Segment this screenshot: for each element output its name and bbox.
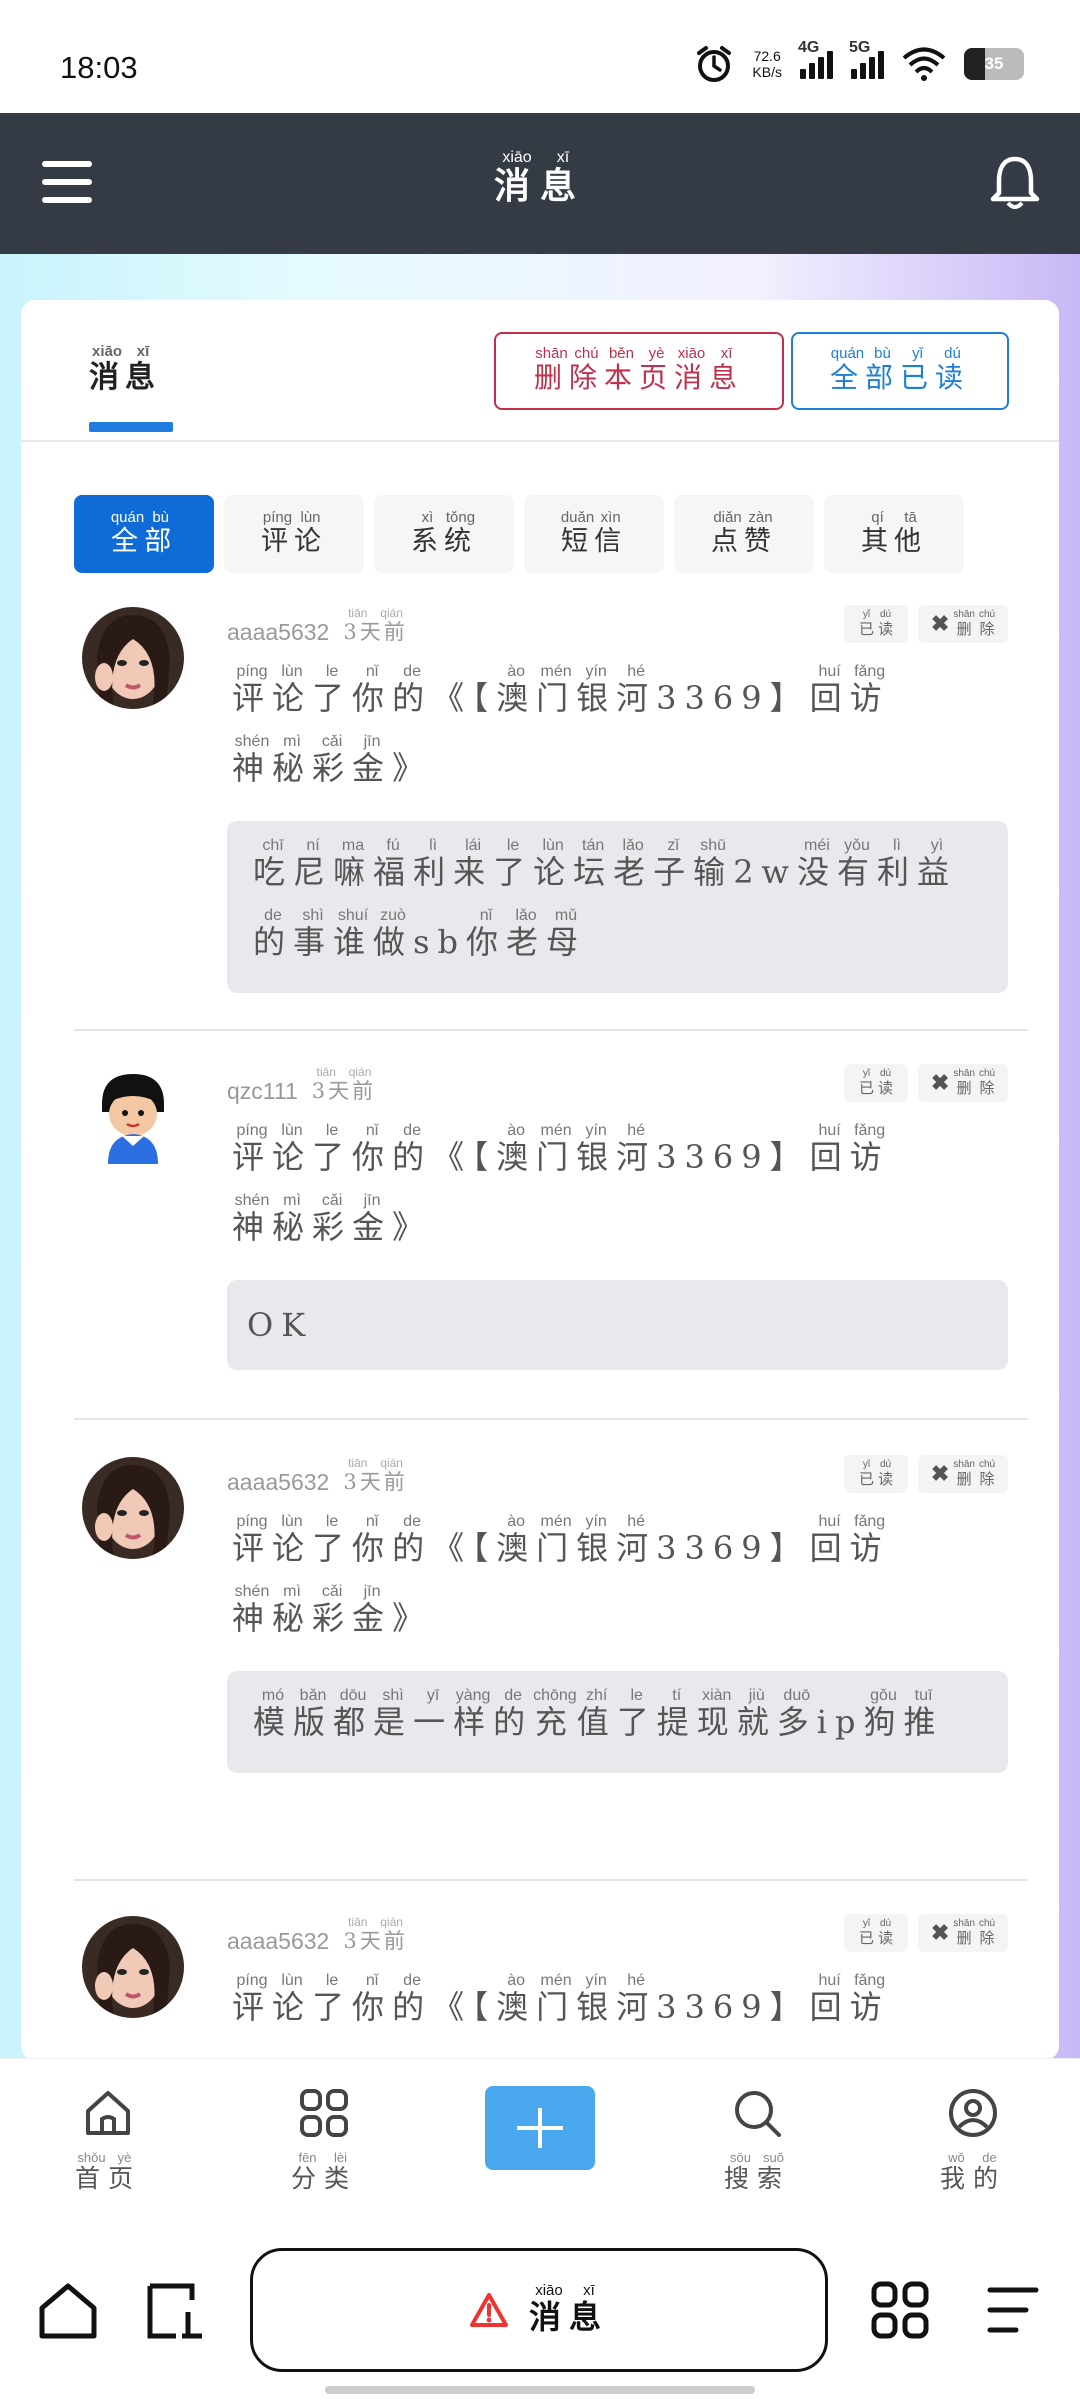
quoted-comment: 模mó版bǎn都dōu是shì一yī样yàng的de充chōng值zhí了le提… [227,1671,1008,1773]
status-bar: 18:03 72.6 KB/s 4G 5G 35 [0,0,1080,113]
filter-likes[interactable]: 点diǎn 赞zàn [674,495,814,573]
nav-search[interactable]: 搜sōu索suǒ [697,2087,817,2195]
message-text: 评píng论lùn了le你nǐ的de《【澳ào门mén银yín河hé3369】回… [232,663,890,787]
home-indicator[interactable] [325,2386,755,2394]
delete-button[interactable]: ✖ 删shān 除chú [918,1064,1008,1102]
filter-other[interactable]: 其qí 他tā [824,495,964,573]
delete-button[interactable]: ✖ 删shān 除chú [918,1914,1008,1952]
wifi-icon [902,47,946,81]
message-card: 消xiāo息xī 删shān 除chú 本běn 页yè 消xiāo 息xī 全quán 部… [21,300,1059,2060]
search-icon [735,2091,781,2137]
nav-home[interactable]: 首shǒu页yè [48,2087,168,2195]
timestamp: 3天前tiān qián [311,1065,377,1103]
delete-button[interactable]: ✖ 删shān 除chú [918,1455,1008,1493]
home-icon [86,2091,130,2135]
warning-icon [469,2293,508,2327]
message-text: 评píng论lùn了le你nǐ的de《【澳ào门mén银yín河hé3369】回… [232,1122,890,1246]
mark-read-button[interactable]: 已yǐ 读dú [844,1914,908,1952]
signal-4g-icon: 4G [798,39,833,79]
filter-chips: 全quán 部bù 评píng 论lùn 系xì 统tǒng 短duǎn 信xìn 点d… [74,495,964,573]
message-text: 评píng论lùn了le你nǐ的de《【澳ào门mén银yín河hé3369】回… [232,1513,890,1637]
username[interactable]: qzc111 [227,1078,298,1105]
nav-category[interactable]: 分fēn类lèi [264,2087,384,2195]
add-post-button[interactable] [485,2086,595,2170]
menu-lines-icon[interactable] [982,2280,1042,2340]
username[interactable]: aaaa5632 [227,619,329,646]
quoted-comment: 吃chī尼ní嘛ma福fú利lì来lái了le论lùn坛tán老lǎo子zǐ输s… [227,821,1008,993]
app-header: 消xiāo息xī [0,113,1080,254]
mark-read-button[interactable]: 已yǐ 读dú [844,605,908,643]
delete-page-button[interactable]: 删shān 除chú 本běn 页yè 消xiāo 息xī [494,332,784,410]
alarm-icon [697,46,732,82]
divider [74,1029,1028,1031]
filter-comments[interactable]: 评píng 论lùn [224,495,364,573]
delete-button[interactable]: ✖ 删shān 除chú [918,605,1008,643]
message-text: 评píng论lùn了le你nǐ的de《【澳ào门mén银yín河hé3369】回… [232,1972,890,2026]
status-time: 18:03 [60,50,138,85]
divider [74,1418,1028,1420]
signal-5g-icon: 5G [849,39,884,79]
close-icon: ✖ [930,1461,950,1486]
divider [21,440,1059,442]
filter-all[interactable]: 全quán 部bù [74,495,214,573]
filter-system[interactable]: 系xì 统tǒng [374,495,514,573]
timestamp: 3天前tiān qián [343,606,408,644]
avatar[interactable] [82,607,184,709]
username[interactable]: aaaa5632 [227,1469,329,1496]
username[interactable]: aaaa5632 [227,1928,329,1955]
current-page-pill[interactable]: 消xiāo息xī [250,2248,828,2372]
close-icon: ✖ [930,1920,950,1945]
avatar[interactable] [82,1916,184,2018]
net-speed: 72.6 KB/s [752,48,782,80]
tab-underline [89,422,173,432]
apps-icon[interactable] [870,2280,930,2340]
user-icon [949,2089,997,2137]
avatar[interactable] [82,1457,184,1559]
tab-messages[interactable]: 消xiāo息xī [89,343,161,396]
avatar[interactable] [82,1066,184,1168]
nav-mine[interactable]: 我wǒ的de [913,2087,1033,2195]
system-nav: 消xiāo息xī [0,2198,1080,2400]
mark-all-read-button[interactable]: 全quán 部bù 已yǐ 读dú [791,332,1009,410]
filter-sms[interactable]: 短duǎn 信xìn [524,495,664,573]
grid-icon [300,2089,348,2137]
bell-icon[interactable] [990,155,1040,211]
mark-read-button[interactable]: 已yǐ 读dú [844,1455,908,1493]
close-icon: ✖ [930,1070,950,1095]
browser-home-icon[interactable] [38,2280,98,2340]
timestamp: 3天前tiān qián [343,1456,408,1494]
divider [74,1879,1028,1881]
mark-read-button[interactable]: 已yǐ 读dú [844,1064,908,1102]
quoted-comment: OK [227,1280,1008,1370]
tabs-icon[interactable] [146,2280,206,2340]
timestamp: 3天前tiān qián [343,1915,408,1953]
battery-icon: 35 [964,48,1024,80]
page-title: 消xiāo息xī [493,149,587,207]
close-icon: ✖ [930,611,950,636]
